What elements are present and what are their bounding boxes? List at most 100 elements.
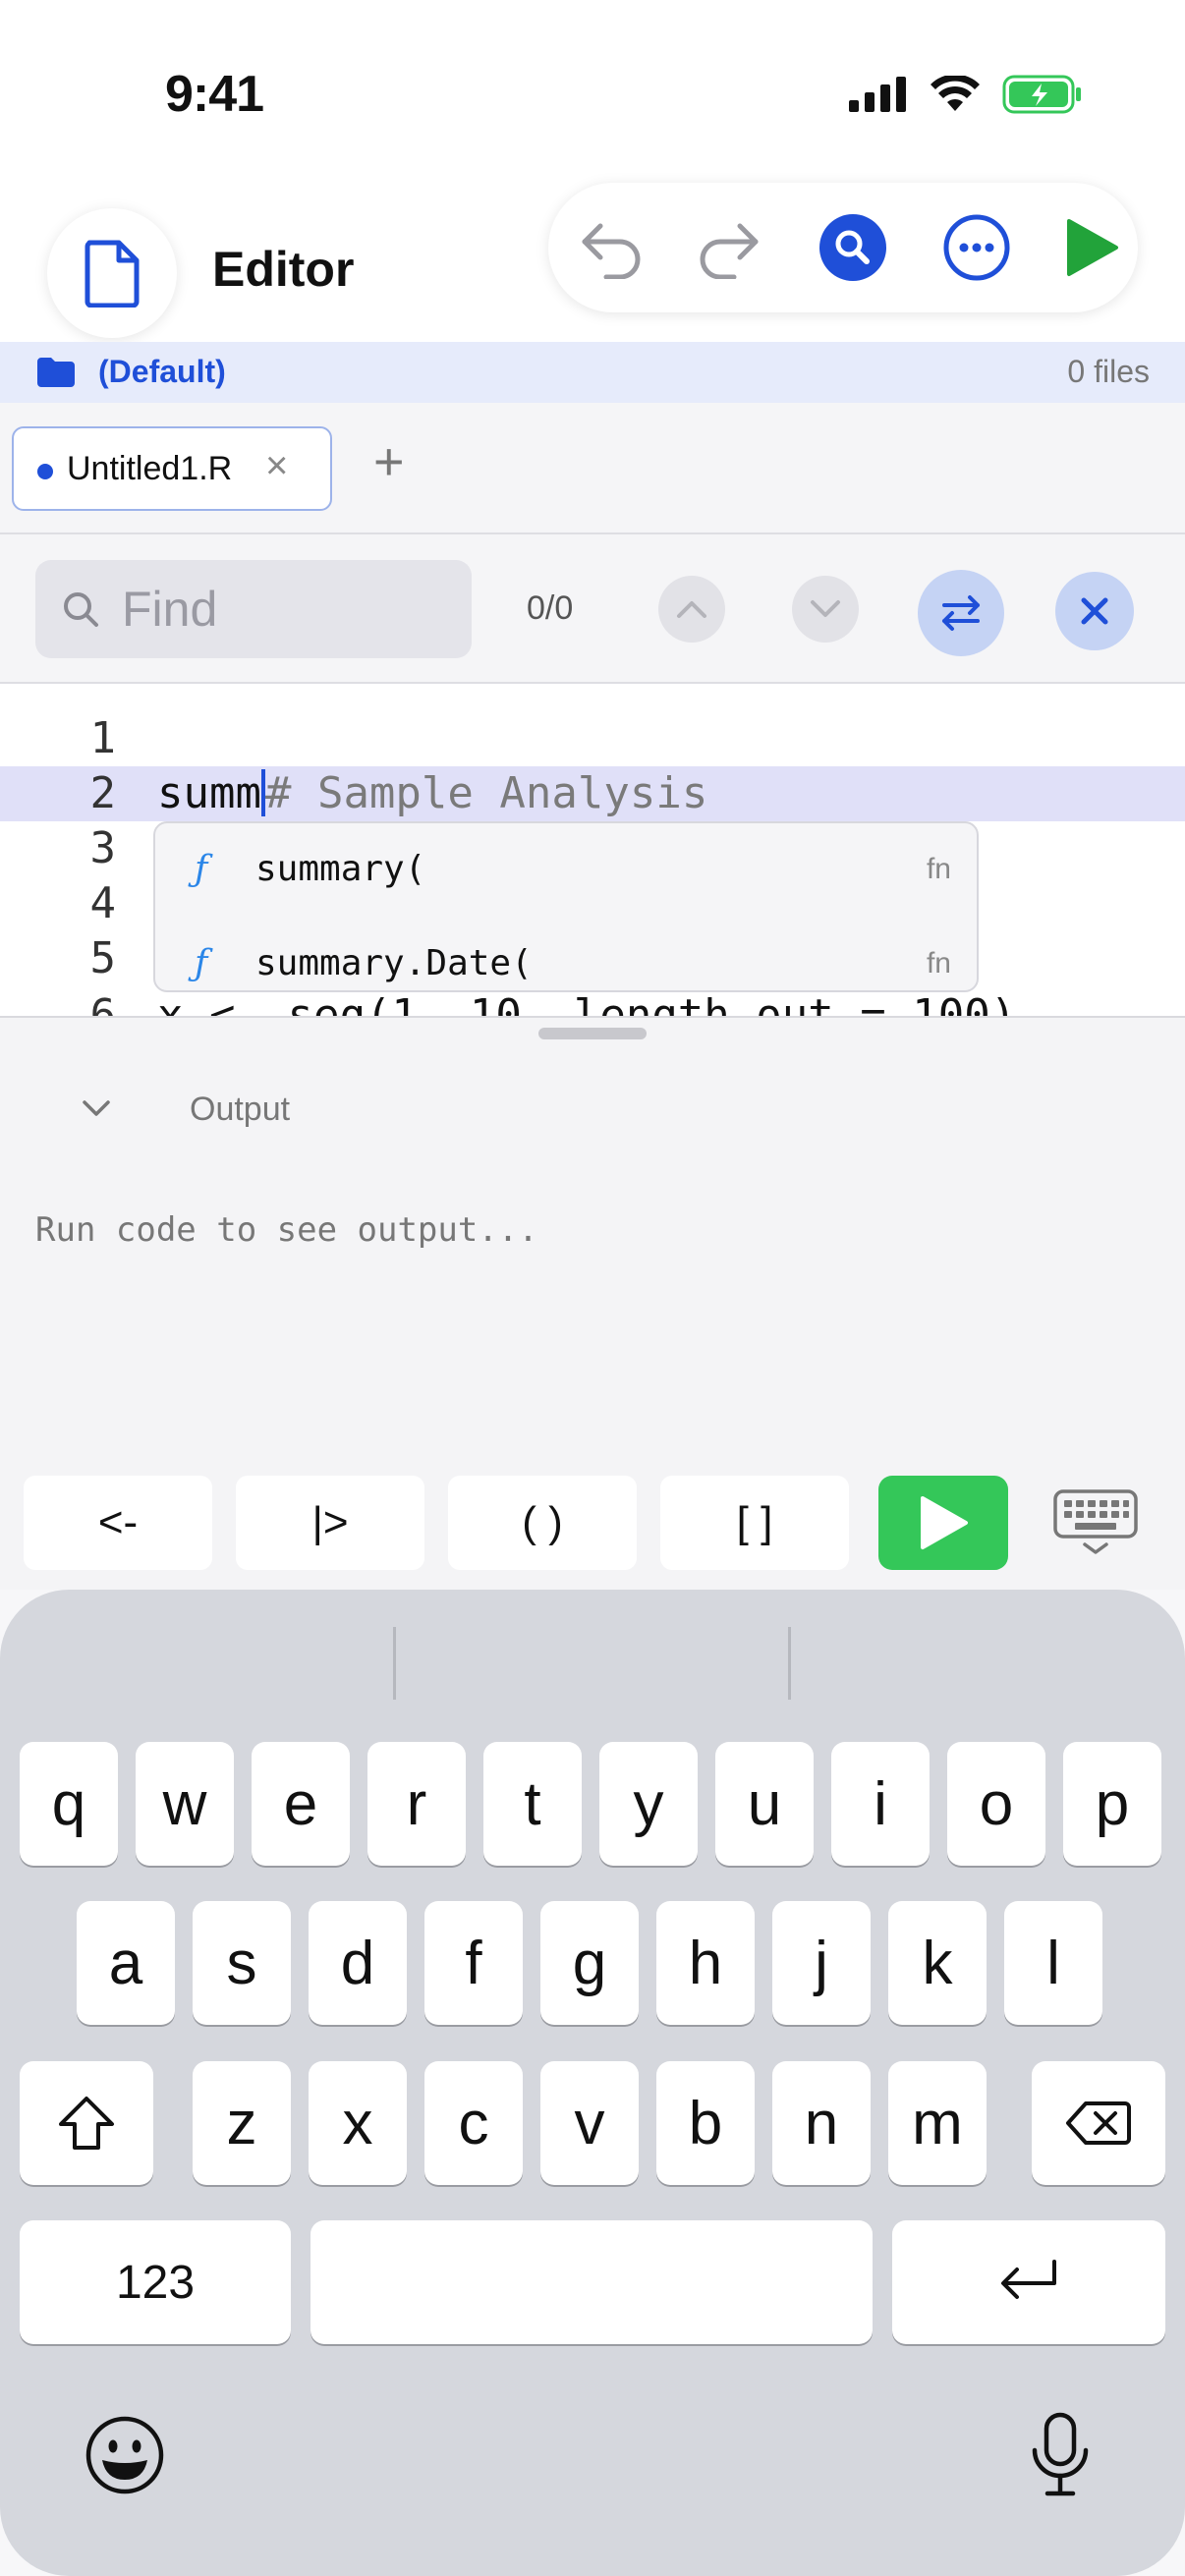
autocomplete-label: summary.Date(	[255, 943, 533, 983]
key-t[interactable]: t	[483, 1742, 582, 1866]
key-a[interactable]: a	[77, 1901, 175, 2025]
emoji-button[interactable]	[85, 2415, 165, 2500]
brackets-key[interactable]: [ ]	[660, 1476, 849, 1570]
code-line-2[interactable]: 2 summ# Sample Analysis	[0, 766, 1185, 821]
search-icon	[819, 214, 886, 281]
key-c[interactable]: c	[424, 2061, 523, 2185]
key-o[interactable]: o	[947, 1742, 1045, 1866]
project-bar[interactable]: (Default) 0 files	[0, 342, 1185, 403]
run-button[interactable]	[1049, 206, 1132, 289]
autocomplete-item[interactable]: ƒ summary( fn	[155, 831, 977, 906]
find-next-button[interactable]	[792, 576, 859, 643]
key-k[interactable]: k	[888, 1901, 987, 2025]
code-line-1[interactable]: 1	[0, 711, 1185, 766]
output-placeholder: Run code to see output...	[35, 1210, 538, 1250]
collapse-output-button[interactable]	[81, 1098, 112, 1123]
shift-key[interactable]	[20, 2061, 153, 2185]
key-f[interactable]: f	[424, 1901, 523, 2025]
status-bar: 9:41	[0, 0, 1185, 177]
tab-bar: Untitled1.R × +	[0, 403, 1185, 534]
line-number: 4	[89, 878, 117, 928]
status-time: 9:41	[165, 66, 264, 123]
document-button[interactable]	[47, 208, 177, 338]
signal-icon	[849, 77, 906, 112]
autocomplete-popup: ƒ summary( fn ƒ summary.Date( fn	[153, 821, 979, 992]
delete-key[interactable]	[1032, 2061, 1165, 2185]
close-find-button[interactable]	[1055, 572, 1134, 650]
chevron-down-icon	[83, 1100, 110, 1116]
key-n[interactable]: n	[772, 2061, 871, 2185]
shift-icon	[59, 2097, 114, 2150]
function-icon: ƒ	[195, 849, 208, 889]
suggestion-divider	[788, 1627, 791, 1700]
keyboard-dismiss-icon	[1053, 1489, 1138, 1554]
numbers-key[interactable]: 123	[20, 2220, 291, 2344]
autocomplete-item[interactable]: ƒ summary.Date( fn	[155, 925, 977, 990]
dictation-button[interactable]	[1030, 2411, 1091, 2504]
key-z[interactable]: z	[193, 2061, 291, 2185]
tab-label: Untitled1.R	[67, 450, 233, 487]
function-icon: ƒ	[195, 943, 208, 983]
redo-icon	[700, 223, 759, 279]
status-icons	[849, 75, 1083, 114]
key-x[interactable]: x	[309, 2061, 407, 2185]
toolbar: Editor	[0, 177, 1185, 342]
more-button[interactable]	[935, 206, 1018, 289]
search-button[interactable]	[812, 206, 894, 289]
key-g[interactable]: g	[540, 1901, 639, 2025]
line-number: 2	[89, 768, 117, 818]
folder-icon	[37, 358, 75, 387]
autocomplete-label: summary(	[255, 849, 426, 889]
add-tab-button[interactable]: +	[373, 432, 405, 491]
line-number: 3	[89, 823, 117, 873]
key-y[interactable]: y	[599, 1742, 698, 1866]
key-u[interactable]: u	[715, 1742, 814, 1866]
undo-button[interactable]	[570, 206, 652, 289]
find-input[interactable]	[122, 560, 456, 658]
key-i[interactable]: i	[831, 1742, 930, 1866]
suggestion-divider	[393, 1627, 396, 1700]
key-d[interactable]: d	[309, 1901, 407, 2025]
typed-text: summ	[157, 768, 261, 818]
output-title: Output	[190, 1091, 291, 1128]
keyboard-accessory-bar: <- |> ( ) [ ]	[0, 1454, 1185, 1590]
return-key[interactable]	[892, 2220, 1165, 2344]
key-r[interactable]: r	[367, 1742, 466, 1866]
autocomplete-kind: fn	[926, 853, 951, 885]
parentheses-key[interactable]: ( )	[448, 1476, 637, 1570]
wifi-icon	[931, 76, 980, 111]
key-e[interactable]: e	[252, 1742, 350, 1866]
key-b[interactable]: b	[656, 2061, 755, 2185]
code-text: x <- seq(1, 10, length.out = 100)	[157, 990, 1017, 1016]
space-key[interactable]	[310, 2220, 873, 2344]
find-field[interactable]	[35, 560, 472, 658]
assign-operator-key[interactable]: <-	[24, 1476, 212, 1570]
replace-toggle-button[interactable]	[918, 570, 1004, 656]
line-number: 5	[89, 933, 117, 983]
key-h[interactable]: h	[656, 1901, 755, 2025]
tab-close-icon[interactable]: ×	[265, 444, 288, 488]
key-l[interactable]: l	[1004, 1901, 1102, 2025]
dismiss-keyboard-button[interactable]	[1051, 1487, 1140, 1563]
key-q[interactable]: q	[20, 1742, 118, 1866]
pipe-operator-key[interactable]: |>	[236, 1476, 424, 1570]
toolbar-actions	[548, 183, 1138, 312]
autocomplete-kind: fn	[926, 947, 951, 980]
find-previous-button[interactable]	[658, 576, 725, 643]
key-w[interactable]: w	[136, 1742, 234, 1866]
key-p[interactable]: p	[1063, 1742, 1161, 1866]
key-v[interactable]: v	[540, 2061, 639, 2185]
resize-handle[interactable]	[538, 1028, 647, 1039]
run-line-button[interactable]	[878, 1476, 1008, 1570]
key-m[interactable]: m	[888, 2061, 987, 2185]
key-s[interactable]: s	[193, 1901, 291, 2025]
replace-arrows-icon	[942, 595, 980, 631]
code-line-6[interactable]: 6 x <- seq(1, 10, length.out = 100)	[0, 988, 1185, 1016]
play-icon	[921, 1496, 968, 1549]
tab-untitled1[interactable]: Untitled1.R ×	[12, 426, 332, 511]
key-j[interactable]: j	[772, 1901, 871, 2025]
line-number: 6	[89, 990, 117, 1016]
code-text: summ# Sample Analysis	[157, 766, 707, 821]
redo-button[interactable]	[688, 206, 770, 289]
output-panel: Output Run code to see output...	[0, 1016, 1185, 1454]
